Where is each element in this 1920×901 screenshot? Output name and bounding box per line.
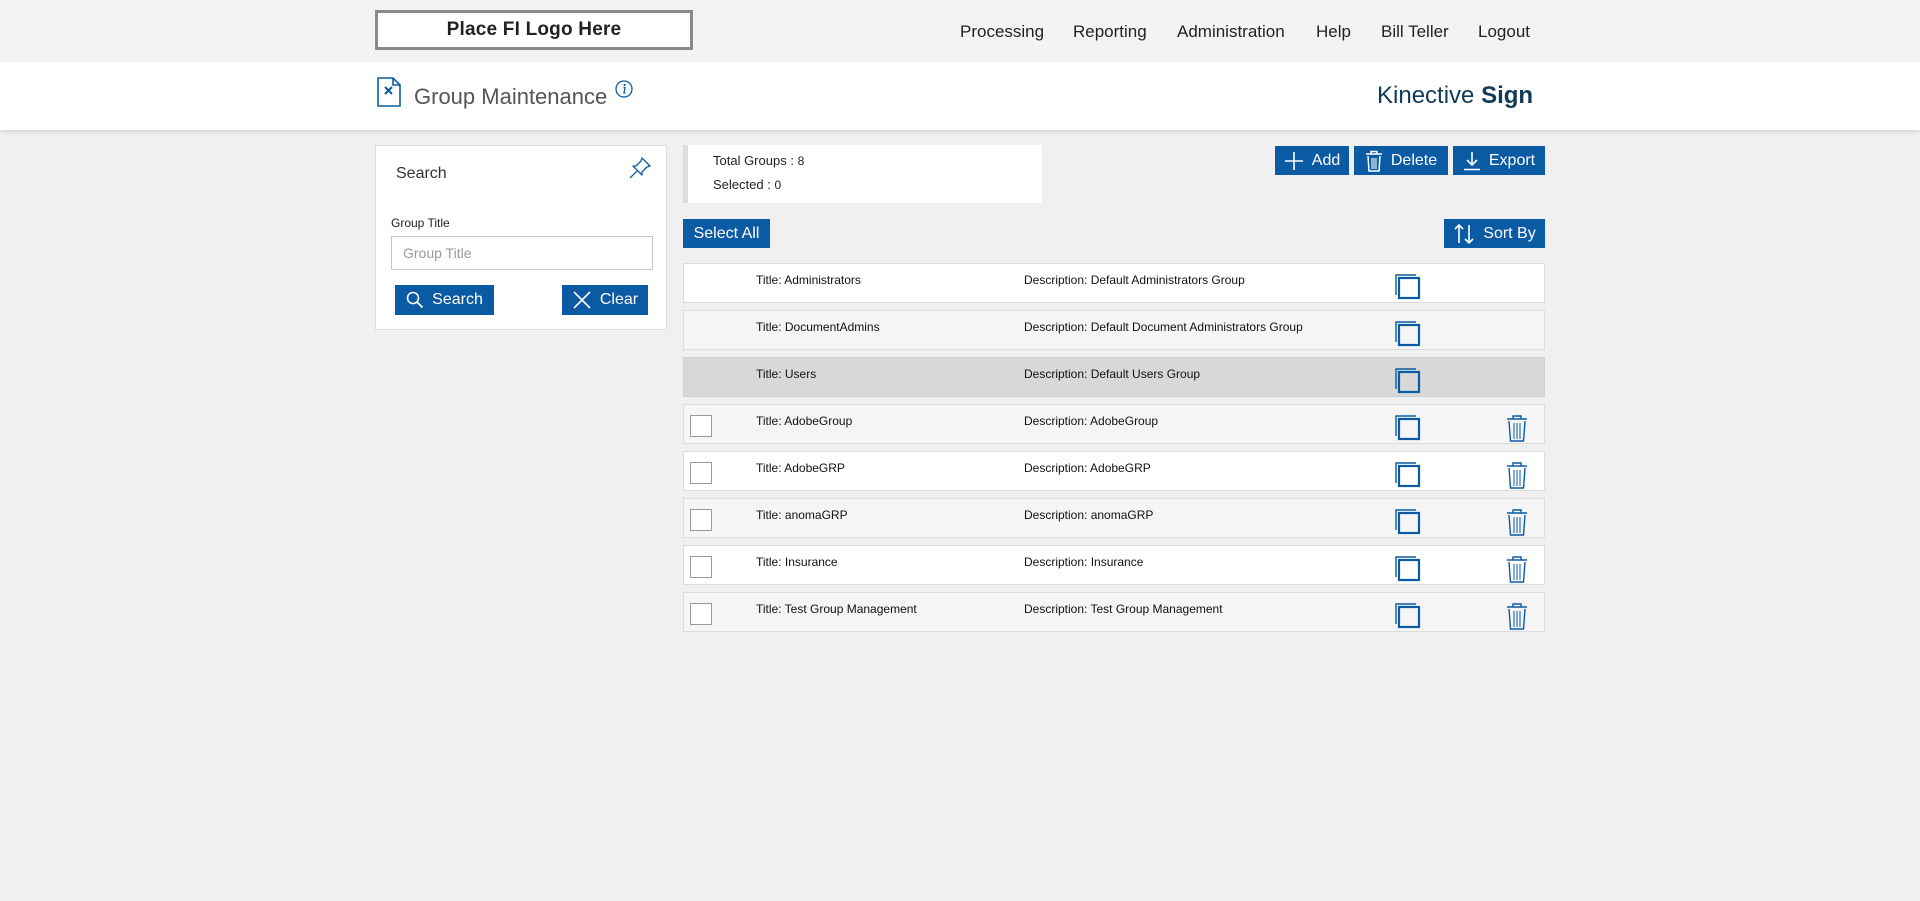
row-description: Description: Test Group Management — [1024, 602, 1223, 616]
row-title: Title: DocumentAdmins — [756, 320, 880, 334]
row-checkbox[interactable] — [690, 509, 712, 531]
row-title: Title: AdobeGroup — [756, 414, 853, 428]
search-button-label: Search — [432, 291, 483, 308]
row-title: Title: Insurance — [756, 555, 838, 569]
group-stats: Total Groups : 8 Selected : 0 — [683, 145, 1042, 203]
add-button[interactable]: Add — [1275, 146, 1349, 175]
info-icon[interactable] — [615, 80, 633, 98]
selected-value: 0 — [774, 178, 782, 192]
copy-icon[interactable] — [1394, 367, 1422, 395]
select-all-label: Select All — [693, 224, 760, 242]
export-button-label: Export — [1488, 151, 1536, 169]
row-description: Description: AdobeGroup — [1024, 414, 1159, 428]
table-row[interactable]: Title: Administrators Description: Defaul… — [683, 263, 1545, 303]
nav-reporting[interactable]: Reporting — [1073, 22, 1147, 42]
copy-icon[interactable] — [1394, 461, 1422, 489]
table-row[interactable]: Title: Insurance Description: Insurance — [683, 545, 1545, 585]
trash-icon[interactable] — [1504, 602, 1530, 630]
close-icon — [573, 291, 591, 309]
nav-administration[interactable]: Administration — [1177, 22, 1285, 42]
add-button-label: Add — [1311, 151, 1341, 169]
sort-by-button[interactable]: Sort By — [1444, 219, 1545, 248]
group-title-label: Group Title — [391, 216, 450, 230]
row-description: Description: Default Administrators Grou… — [1024, 273, 1245, 287]
trash-icon[interactable] — [1504, 461, 1530, 489]
row-description: Description: Insurance — [1024, 555, 1144, 569]
row-checkbox[interactable] — [690, 415, 712, 437]
sort-icon — [1454, 223, 1474, 244]
table-row[interactable]: Title: AdobeGroup Description: AdobeGroup — [683, 404, 1545, 444]
table-row[interactable]: Title: anomaGRP Description: anomaGRP — [683, 498, 1545, 538]
top-bar: Place FI Logo Here Processing Reporting … — [0, 0, 1920, 62]
table-row[interactable]: Title: Users Description: Default Users G… — [683, 357, 1545, 397]
copy-icon[interactable] — [1394, 555, 1422, 583]
plus-icon — [1284, 151, 1303, 170]
copy-icon[interactable] — [1394, 273, 1422, 301]
download-icon — [1463, 151, 1480, 170]
clear-button[interactable]: Clear — [562, 285, 648, 315]
select-all-button[interactable]: Select All — [683, 219, 770, 248]
row-title: Title: anomaGRP — [756, 508, 848, 522]
row-title: Title: AdobeGRP — [756, 461, 845, 475]
page-title: Group Maintenance — [414, 84, 608, 109]
row-title: Title: Administrators — [756, 273, 861, 287]
row-title: Title: Users — [756, 367, 817, 381]
search-panel-title: Search — [396, 165, 447, 182]
search-panel: Search Group Title Search Clear — [375, 145, 667, 330]
nav-help[interactable]: Help — [1316, 22, 1351, 42]
total-groups-label: Total Groups : — [713, 153, 794, 168]
delete-button-label: Delete — [1390, 151, 1438, 169]
page-header: Group Maintenance Kinective Sign — [0, 62, 1920, 130]
trash-icon[interactable] — [1504, 414, 1530, 442]
table-row[interactable]: Title: AdobeGRP Description: AdobeGRP — [683, 451, 1545, 491]
total-groups: Total Groups : 8 — [713, 153, 804, 168]
fi-logo-placeholder[interactable]: Place FI Logo Here — [375, 10, 693, 50]
nav-user-name[interactable]: Bill Teller — [1381, 22, 1449, 42]
table-row[interactable]: Title: Test Group Management Description:… — [683, 592, 1545, 632]
pin-icon[interactable] — [626, 154, 654, 182]
row-checkbox[interactable] — [690, 462, 712, 484]
group-document-icon — [377, 77, 401, 107]
nav-processing[interactable]: Processing — [960, 22, 1044, 42]
selected-label: Selected : — [713, 177, 771, 192]
delete-button[interactable]: Delete — [1354, 146, 1448, 175]
copy-icon[interactable] — [1394, 414, 1422, 442]
nav-logout[interactable]: Logout — [1478, 22, 1530, 42]
clear-button-label: Clear — [599, 291, 639, 308]
brand-light-text: Kinective — [1377, 82, 1475, 109]
row-description: Description: Default Document Administra… — [1024, 320, 1303, 334]
copy-icon[interactable] — [1394, 508, 1422, 536]
trash-icon — [1365, 150, 1382, 172]
brand-bold-text: Sign — [1481, 82, 1534, 109]
total-groups-value: 8 — [797, 154, 805, 168]
trash-icon[interactable] — [1504, 508, 1530, 536]
row-description: Description: AdobeGRP — [1024, 461, 1151, 475]
selected-count: Selected : 0 — [713, 177, 781, 192]
brand-logo: Kinective Sign — [1377, 82, 1533, 110]
search-icon — [406, 291, 424, 309]
group-list: Title: Administrators Description: Defaul… — [683, 263, 1545, 639]
row-description: Description: Default Users Group — [1024, 367, 1201, 381]
trash-icon[interactable] — [1504, 555, 1530, 583]
copy-icon[interactable] — [1394, 602, 1422, 630]
row-title: Title: Test Group Management — [756, 602, 917, 616]
export-button[interactable]: Export — [1453, 146, 1545, 175]
sort-by-label: Sort By — [1483, 224, 1536, 242]
copy-icon[interactable] — [1394, 320, 1422, 348]
row-checkbox[interactable] — [690, 556, 712, 578]
group-title-input[interactable] — [391, 236, 653, 270]
table-row[interactable]: Title: DocumentAdmins Description: Defaul… — [683, 310, 1545, 350]
row-description: Description: anomaGRP — [1024, 508, 1154, 522]
search-button[interactable]: Search — [395, 285, 494, 315]
row-checkbox[interactable] — [690, 603, 712, 625]
